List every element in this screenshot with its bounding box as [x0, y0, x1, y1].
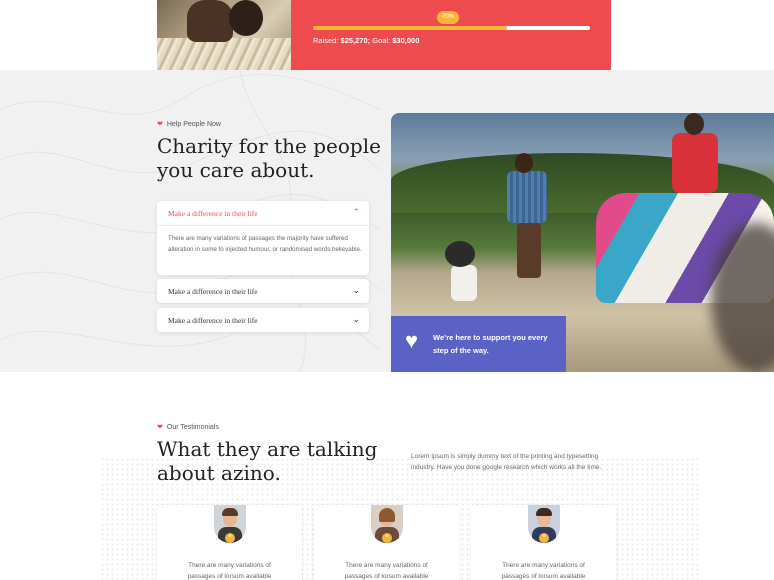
progress-percent-badge: 70%	[437, 11, 459, 24]
accordion-header-2[interactable]: Make a difference in their life ⌄	[157, 279, 369, 303]
accordion-title-3: Make a difference in their life	[168, 316, 258, 325]
accordion-item-3[interactable]: Make a difference in their life ⌄	[157, 308, 369, 332]
heart-icon: ❤	[157, 121, 163, 128]
goal-amount: $30,000	[392, 36, 420, 45]
goal-label: Goal:	[372, 36, 391, 45]
heart-icon: ❤	[157, 424, 163, 431]
chevron-down-icon[interactable]: ⌄	[352, 314, 360, 324]
accordion-divider	[157, 225, 369, 226]
testimonials-section: ❤ Our Testimonials What they are talking …	[0, 372, 774, 580]
raised-amount: $25,270;	[340, 36, 371, 45]
accordion-body-1: There are many variations of passages th…	[168, 235, 362, 253]
chevron-up-icon[interactable]: ⌃	[352, 207, 360, 217]
heart-icon: ♥	[405, 328, 419, 353]
help-eyebrow: ❤ Help People Now	[157, 120, 221, 128]
testimonial-card: ❝ There are many variations of passages …	[157, 505, 302, 580]
raised-goal-text: Raised: $25,270; Goal: $30,000	[313, 36, 419, 45]
help-title: Charity for the people you care about.	[157, 134, 381, 182]
support-text: We’re here to support you every step of …	[433, 333, 548, 355]
help-title-line1: Charity for the people	[157, 134, 381, 158]
testimonials-intro: Lorem Ipsum is simply dummy text of the …	[411, 453, 602, 471]
campaign-strip: 70% Raised: $25,270; Goal: $30,000	[0, 0, 774, 70]
support-callout: ♥ We’re here to support you every step o…	[391, 316, 566, 372]
testimonial-text: There are many variations of passages of…	[187, 562, 272, 580]
campaign-image	[157, 0, 291, 70]
avatar: ❝	[371, 505, 403, 543]
help-people-section: ❤ Help People Now Charity for the people …	[0, 70, 774, 372]
testimonial-card: ❝ There are many variations of passages …	[471, 505, 616, 580]
testimonial-text: There are many variations of passages of…	[344, 562, 429, 580]
testimonials-title-line1: What they are talking	[157, 437, 378, 461]
avatar: ❝	[528, 505, 560, 543]
testimonial-text: There are many variations of passages of…	[501, 562, 586, 580]
testimonials-eyebrow-text: Our Testimonials	[166, 424, 219, 431]
accordion-title-2: Make a difference in their life	[168, 287, 258, 296]
accordion-title-1: Make a difference in their life	[168, 209, 258, 218]
progress-bar	[313, 26, 590, 30]
testimonials-title: What they are talking about azino.	[157, 437, 377, 485]
quote-badge-icon: ❝	[382, 533, 392, 543]
testimonials-eyebrow: ❤ Our Testimonials	[157, 423, 219, 431]
quote-badge-icon: ❝	[225, 533, 235, 543]
accordion-header-1[interactable]: Make a difference in their life ⌃	[157, 201, 369, 225]
accordion-item-2[interactable]: Make a difference in their life ⌄	[157, 279, 369, 303]
progress-bar-fill	[313, 26, 507, 30]
help-eyebrow-text: Help People Now	[166, 121, 221, 128]
accordion-item-1[interactable]: Make a difference in their life ⌃ There …	[157, 201, 369, 275]
chevron-down-icon[interactable]: ⌄	[352, 285, 360, 295]
accordion-header-3[interactable]: Make a difference in their life ⌄	[157, 308, 369, 332]
avatar: ❝	[214, 505, 246, 543]
quote-badge-icon: ❝	[539, 533, 549, 543]
raised-label: Raised:	[313, 36, 339, 45]
help-title-line2: you care about.	[157, 158, 315, 182]
testimonials-title-line2: about azino.	[157, 461, 281, 485]
testimonial-card: ❝ There are many variations of passages …	[314, 505, 459, 580]
